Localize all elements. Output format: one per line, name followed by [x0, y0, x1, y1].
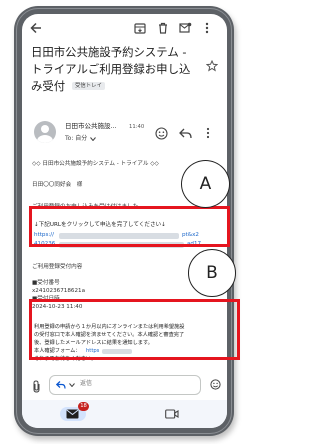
avatar	[34, 121, 56, 143]
back-arrow-icon[interactable]	[30, 22, 42, 34]
unread-badge: 18	[78, 402, 89, 411]
subject-line-1: 日田市公共施設予約システム -	[31, 45, 187, 59]
callout-b: B	[188, 249, 236, 297]
more-vert-icon[interactable]	[204, 22, 210, 34]
body-header: ◇◇ 日田市公共施設予約システム - トライアル ◇◇	[32, 161, 159, 167]
attachment-icon[interactable]	[32, 380, 41, 393]
video-icon[interactable]	[165, 409, 179, 419]
contents-title: ご利用登録受付内容	[32, 264, 83, 270]
reply-icon[interactable]	[179, 128, 192, 139]
subject-line-2: トライアルご利用登録お申し込	[31, 62, 191, 76]
archive-icon[interactable]	[134, 22, 146, 34]
emoji-icon[interactable]	[155, 127, 168, 140]
mail-icon[interactable]	[66, 409, 79, 419]
more-vert-icon[interactable]	[205, 127, 211, 139]
chevron-down-icon[interactable]	[69, 383, 75, 387]
callout-a: A	[181, 160, 230, 208]
reply-placeholder[interactable]: 返信	[80, 380, 92, 388]
subject-line-3: み受付	[31, 79, 66, 93]
emoji-icon[interactable]	[210, 379, 221, 390]
receipt-number: x2410236718621a	[32, 288, 86, 294]
mark-unread-icon[interactable]	[179, 22, 192, 34]
delete-icon[interactable]	[157, 22, 169, 34]
reply-arrow-icon[interactable]	[56, 381, 66, 389]
sender-name: 日田市公共施設...	[65, 122, 117, 130]
inbox-label[interactable]: 受信トレイ	[72, 82, 105, 90]
chevron-down-icon[interactable]	[90, 137, 96, 141]
receipt-label: ■受付番号	[32, 280, 60, 286]
highlight-box-a	[29, 206, 230, 247]
star-icon[interactable]	[206, 60, 218, 72]
sender-time: 11:40	[129, 124, 145, 130]
bottom-nav	[22, 400, 227, 428]
recipient[interactable]: To: 自分	[65, 135, 87, 143]
highlight-box-b	[29, 299, 240, 360]
body-greeting: 日田〇〇同好会 様	[32, 182, 83, 188]
